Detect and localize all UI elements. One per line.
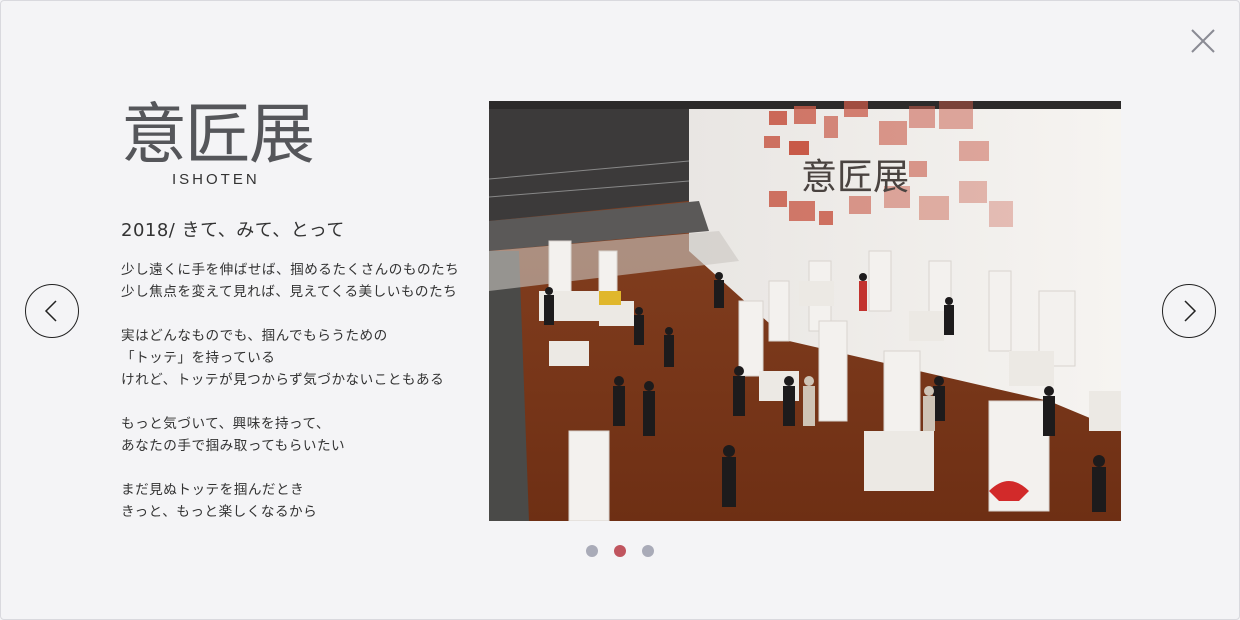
logo-roman: ISHOTEN xyxy=(172,171,260,188)
previous-slide-button[interactable] xyxy=(25,284,79,338)
exhibition-heading: 2018/ きて、みて、とって xyxy=(121,220,345,241)
wall-sign-text: 意匠展 xyxy=(801,157,909,198)
description-paragraph: 少し遠くに手を伸ばせば、掴めるたくさんのものたち 少し焦点を変えて見れば、見えて… xyxy=(121,262,460,300)
description-paragraph: もっと気づいて、興味を持って、 あなたの手で掴み取ってもらいたい xyxy=(121,416,346,454)
close-icon xyxy=(1191,29,1215,53)
carousel-dot-active[interactable] xyxy=(614,545,626,557)
chevron-left-icon xyxy=(44,300,57,322)
gallery-photo-illustration: 意匠展 xyxy=(489,101,1121,521)
carousel-pagination xyxy=(586,545,654,557)
logo-kanji: 意匠展 xyxy=(121,96,315,173)
carousel-dot[interactable] xyxy=(642,545,654,557)
description-paragraph: まだ見ぬトッテを掴んだとき きっと、もっと楽しくなるから xyxy=(121,482,318,520)
close-button[interactable] xyxy=(1189,27,1217,55)
chevron-right-icon xyxy=(1184,300,1197,322)
exhibition-photo: 意匠展 xyxy=(489,101,1121,521)
next-slide-button[interactable] xyxy=(1162,284,1216,338)
exhibition-logo: 意匠展 ISHOTEN xyxy=(121,96,321,189)
exhibition-description: 少し遠くに手を伸ばせば、掴めるたくさんのものたち 少し焦点を変えて見れば、見えて… xyxy=(121,259,471,545)
description-paragraph: 実はどんなものでも、掴んでもらうための 「トッテ」を持っている けれど、トッテが… xyxy=(121,328,445,388)
slideshow-modal: 意匠展 ISHOTEN 2018/ きて、みて、とって 少し遠くに手を伸ばせば、… xyxy=(0,0,1240,620)
carousel-dot[interactable] xyxy=(586,545,598,557)
